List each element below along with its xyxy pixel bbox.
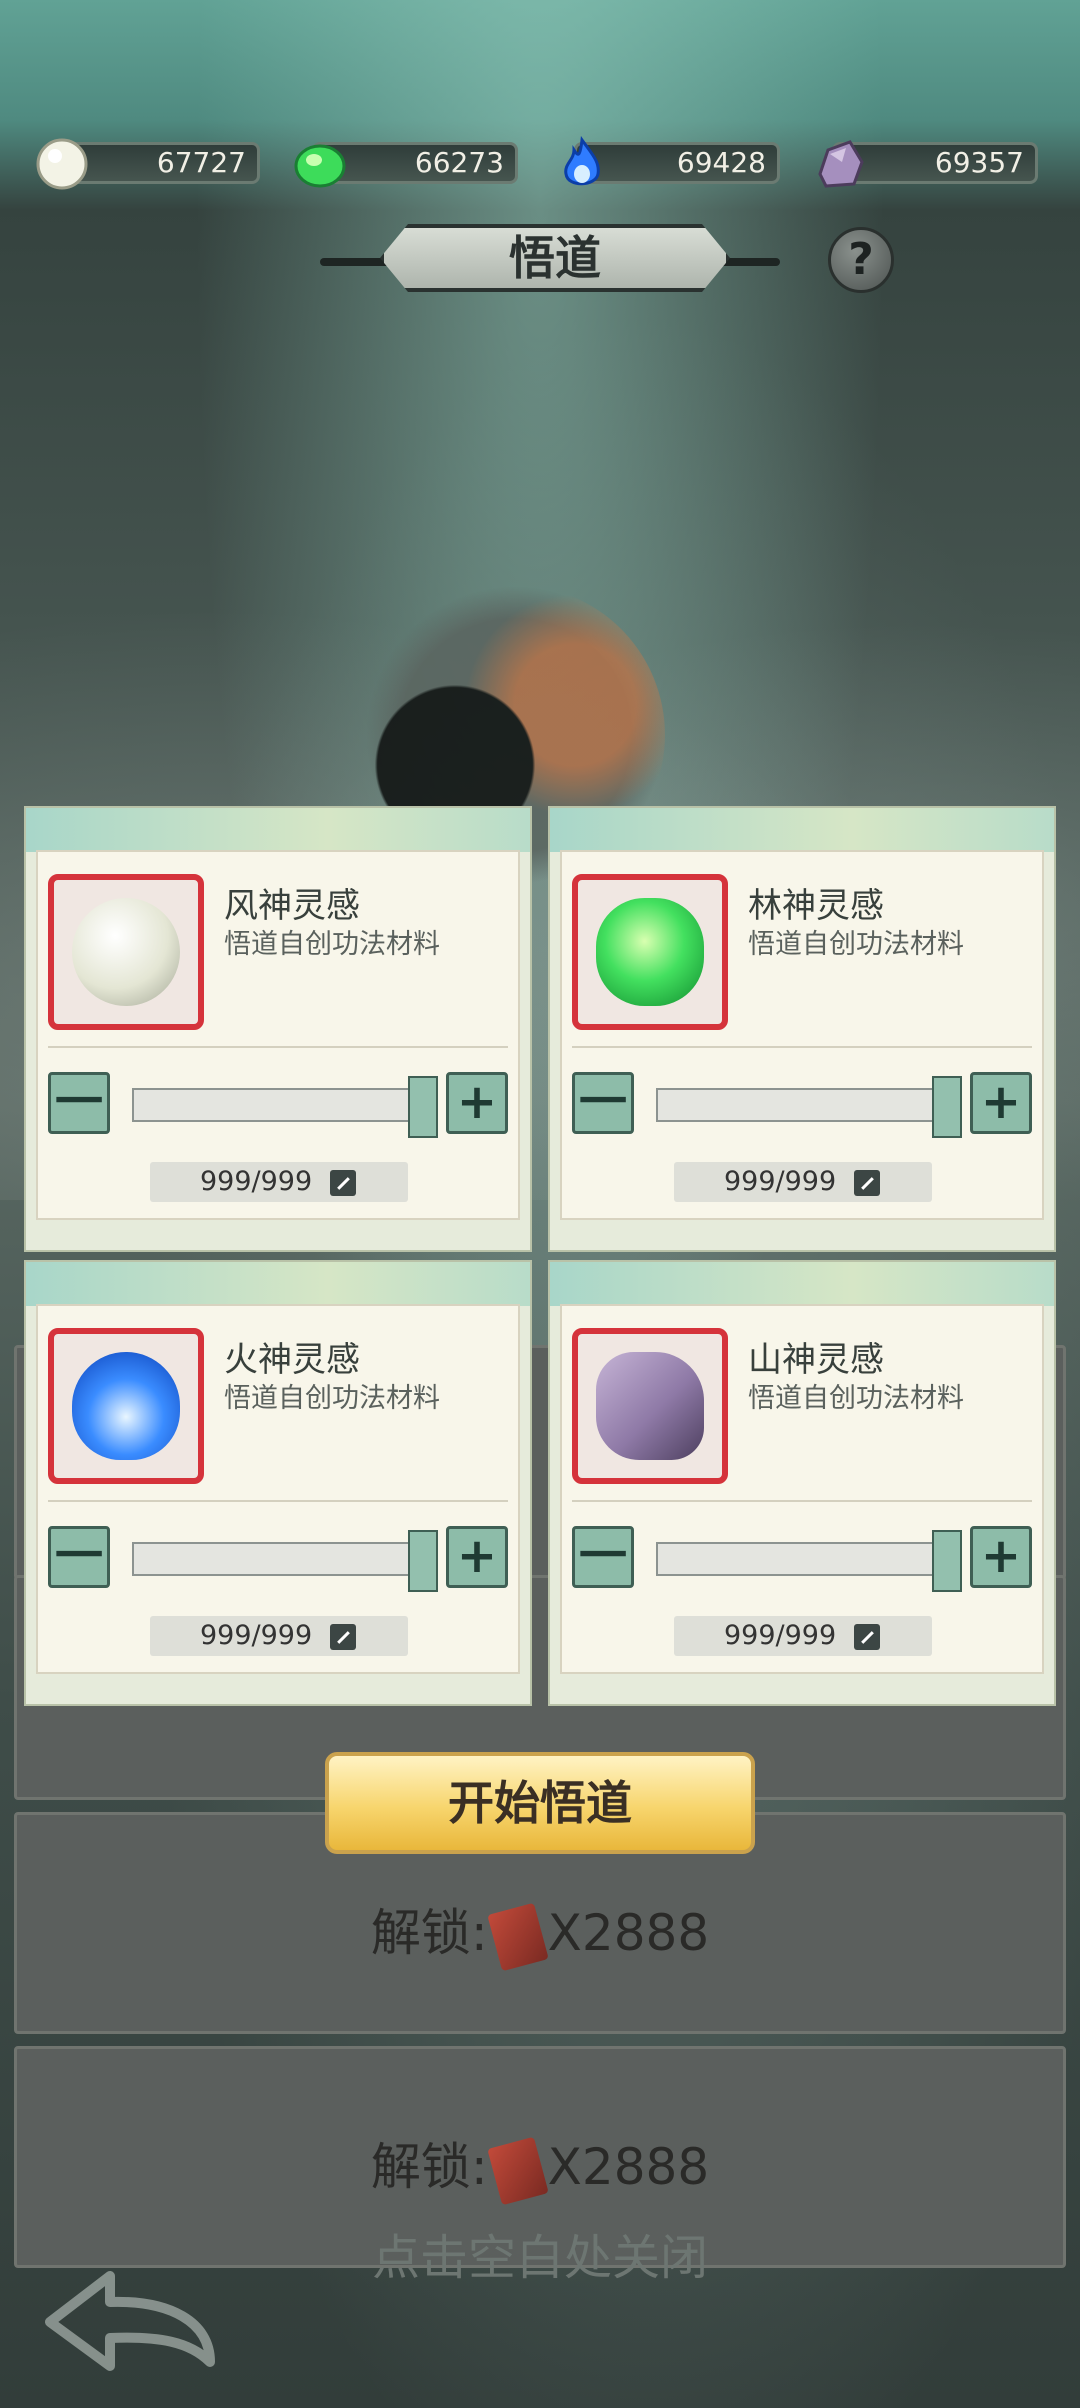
red-book-icon — [486, 2136, 549, 2205]
slider-handle[interactable] — [932, 1076, 962, 1138]
quantity-slider[interactable] — [132, 1088, 432, 1122]
edit-icon[interactable] — [854, 1624, 880, 1650]
plus-button[interactable]: + — [446, 1072, 508, 1134]
quantity-display[interactable]: 999/999 — [150, 1616, 408, 1656]
back-arrow-icon[interactable] — [30, 2262, 230, 2382]
page-title: 悟道 — [509, 231, 601, 285]
material-desc: 悟道自创功法材料 — [224, 1383, 440, 1414]
start-enlightenment-button[interactable]: 开始悟道 — [325, 1752, 755, 1854]
purple-stone-icon — [818, 140, 864, 188]
unlock-label: 解锁 — [370, 2138, 471, 2196]
material-card-wind: 风神灵感 悟道自创功法材料 一 + 999/999 — [24, 806, 532, 1252]
unlock-cost-value: X2888 — [547, 2138, 710, 2196]
resource-value: 67727 — [156, 146, 246, 179]
resource-value: 69357 — [934, 146, 1024, 179]
material-desc: 悟道自创功法材料 — [748, 1383, 964, 1414]
quantity-value: 999/999 — [200, 1620, 313, 1651]
slider-handle[interactable] — [932, 1530, 962, 1592]
quantity-display[interactable]: 999/999 — [150, 1162, 408, 1202]
resource-stone: 69357 — [812, 140, 1038, 188]
pearl-icon — [36, 138, 88, 190]
minus-button[interactable]: 一 — [48, 1526, 110, 1588]
minus-button[interactable]: 一 — [48, 1072, 110, 1134]
unlock-label: 解锁 — [370, 1904, 471, 1962]
blue-flame-icon — [564, 136, 600, 186]
edit-icon[interactable] — [330, 1624, 356, 1650]
fire-orb-icon — [48, 1328, 204, 1484]
slider-handle[interactable] — [408, 1076, 438, 1138]
help-button[interactable]: ? — [828, 227, 894, 293]
resource-jade: 66273 — [292, 142, 518, 188]
quantity-display[interactable]: 999/999 — [674, 1616, 932, 1656]
mountain-stone-icon — [572, 1328, 728, 1484]
minus-button[interactable]: 一 — [572, 1072, 634, 1134]
quantity-slider[interactable] — [132, 1542, 432, 1576]
resource-value: 69428 — [676, 146, 766, 179]
material-desc: 悟道自创功法材料 — [748, 929, 964, 960]
quantity-value: 999/999 — [724, 1166, 837, 1197]
minus-button[interactable]: 一 — [572, 1526, 634, 1588]
material-desc: 悟道自创功法材料 — [224, 929, 440, 960]
material-name: 风神灵感 — [224, 886, 360, 926]
edit-icon[interactable] — [330, 1170, 356, 1196]
unlock-cost: 解锁: X2888 — [17, 2127, 1063, 2205]
unlock-separator: : — [470, 2138, 488, 2196]
forest-orb-icon — [572, 874, 728, 1030]
quantity-value: 999/999 — [200, 1166, 313, 1197]
resource-value: 66273 — [414, 146, 504, 179]
red-book-icon — [486, 1902, 549, 1971]
plus-button[interactable]: + — [970, 1526, 1032, 1588]
material-name: 山神灵感 — [748, 1340, 884, 1380]
quantity-value: 999/999 — [724, 1620, 837, 1651]
material-card-fire: 火神灵感 悟道自创功法材料 一 + 999/999 — [24, 1260, 532, 1706]
unlock-separator: : — [470, 1904, 488, 1962]
plus-button[interactable]: + — [446, 1526, 508, 1588]
material-card-forest: 林神灵感 悟道自创功法材料 一 + 999/999 — [548, 806, 1056, 1252]
material-name: 火神灵感 — [224, 1340, 360, 1380]
unlock-cost: 解锁: X2888 — [17, 1893, 1063, 1971]
slider-handle[interactable] — [408, 1530, 438, 1592]
quantity-slider[interactable] — [656, 1088, 956, 1122]
quantity-slider[interactable] — [656, 1542, 956, 1576]
plus-button[interactable]: + — [970, 1072, 1032, 1134]
wind-orb-icon — [48, 874, 204, 1030]
resource-pearl: 67727 — [34, 138, 260, 190]
green-jade-icon — [294, 144, 346, 188]
material-card-mountain: 山神灵感 悟道自创功法材料 一 + 999/999 — [548, 1260, 1056, 1706]
resource-flame: 69428 — [554, 136, 780, 186]
edit-icon[interactable] — [854, 1170, 880, 1196]
unlock-cost-value: X2888 — [547, 1904, 710, 1962]
quantity-display[interactable]: 999/999 — [674, 1162, 932, 1202]
material-name: 林神灵感 — [748, 886, 884, 926]
